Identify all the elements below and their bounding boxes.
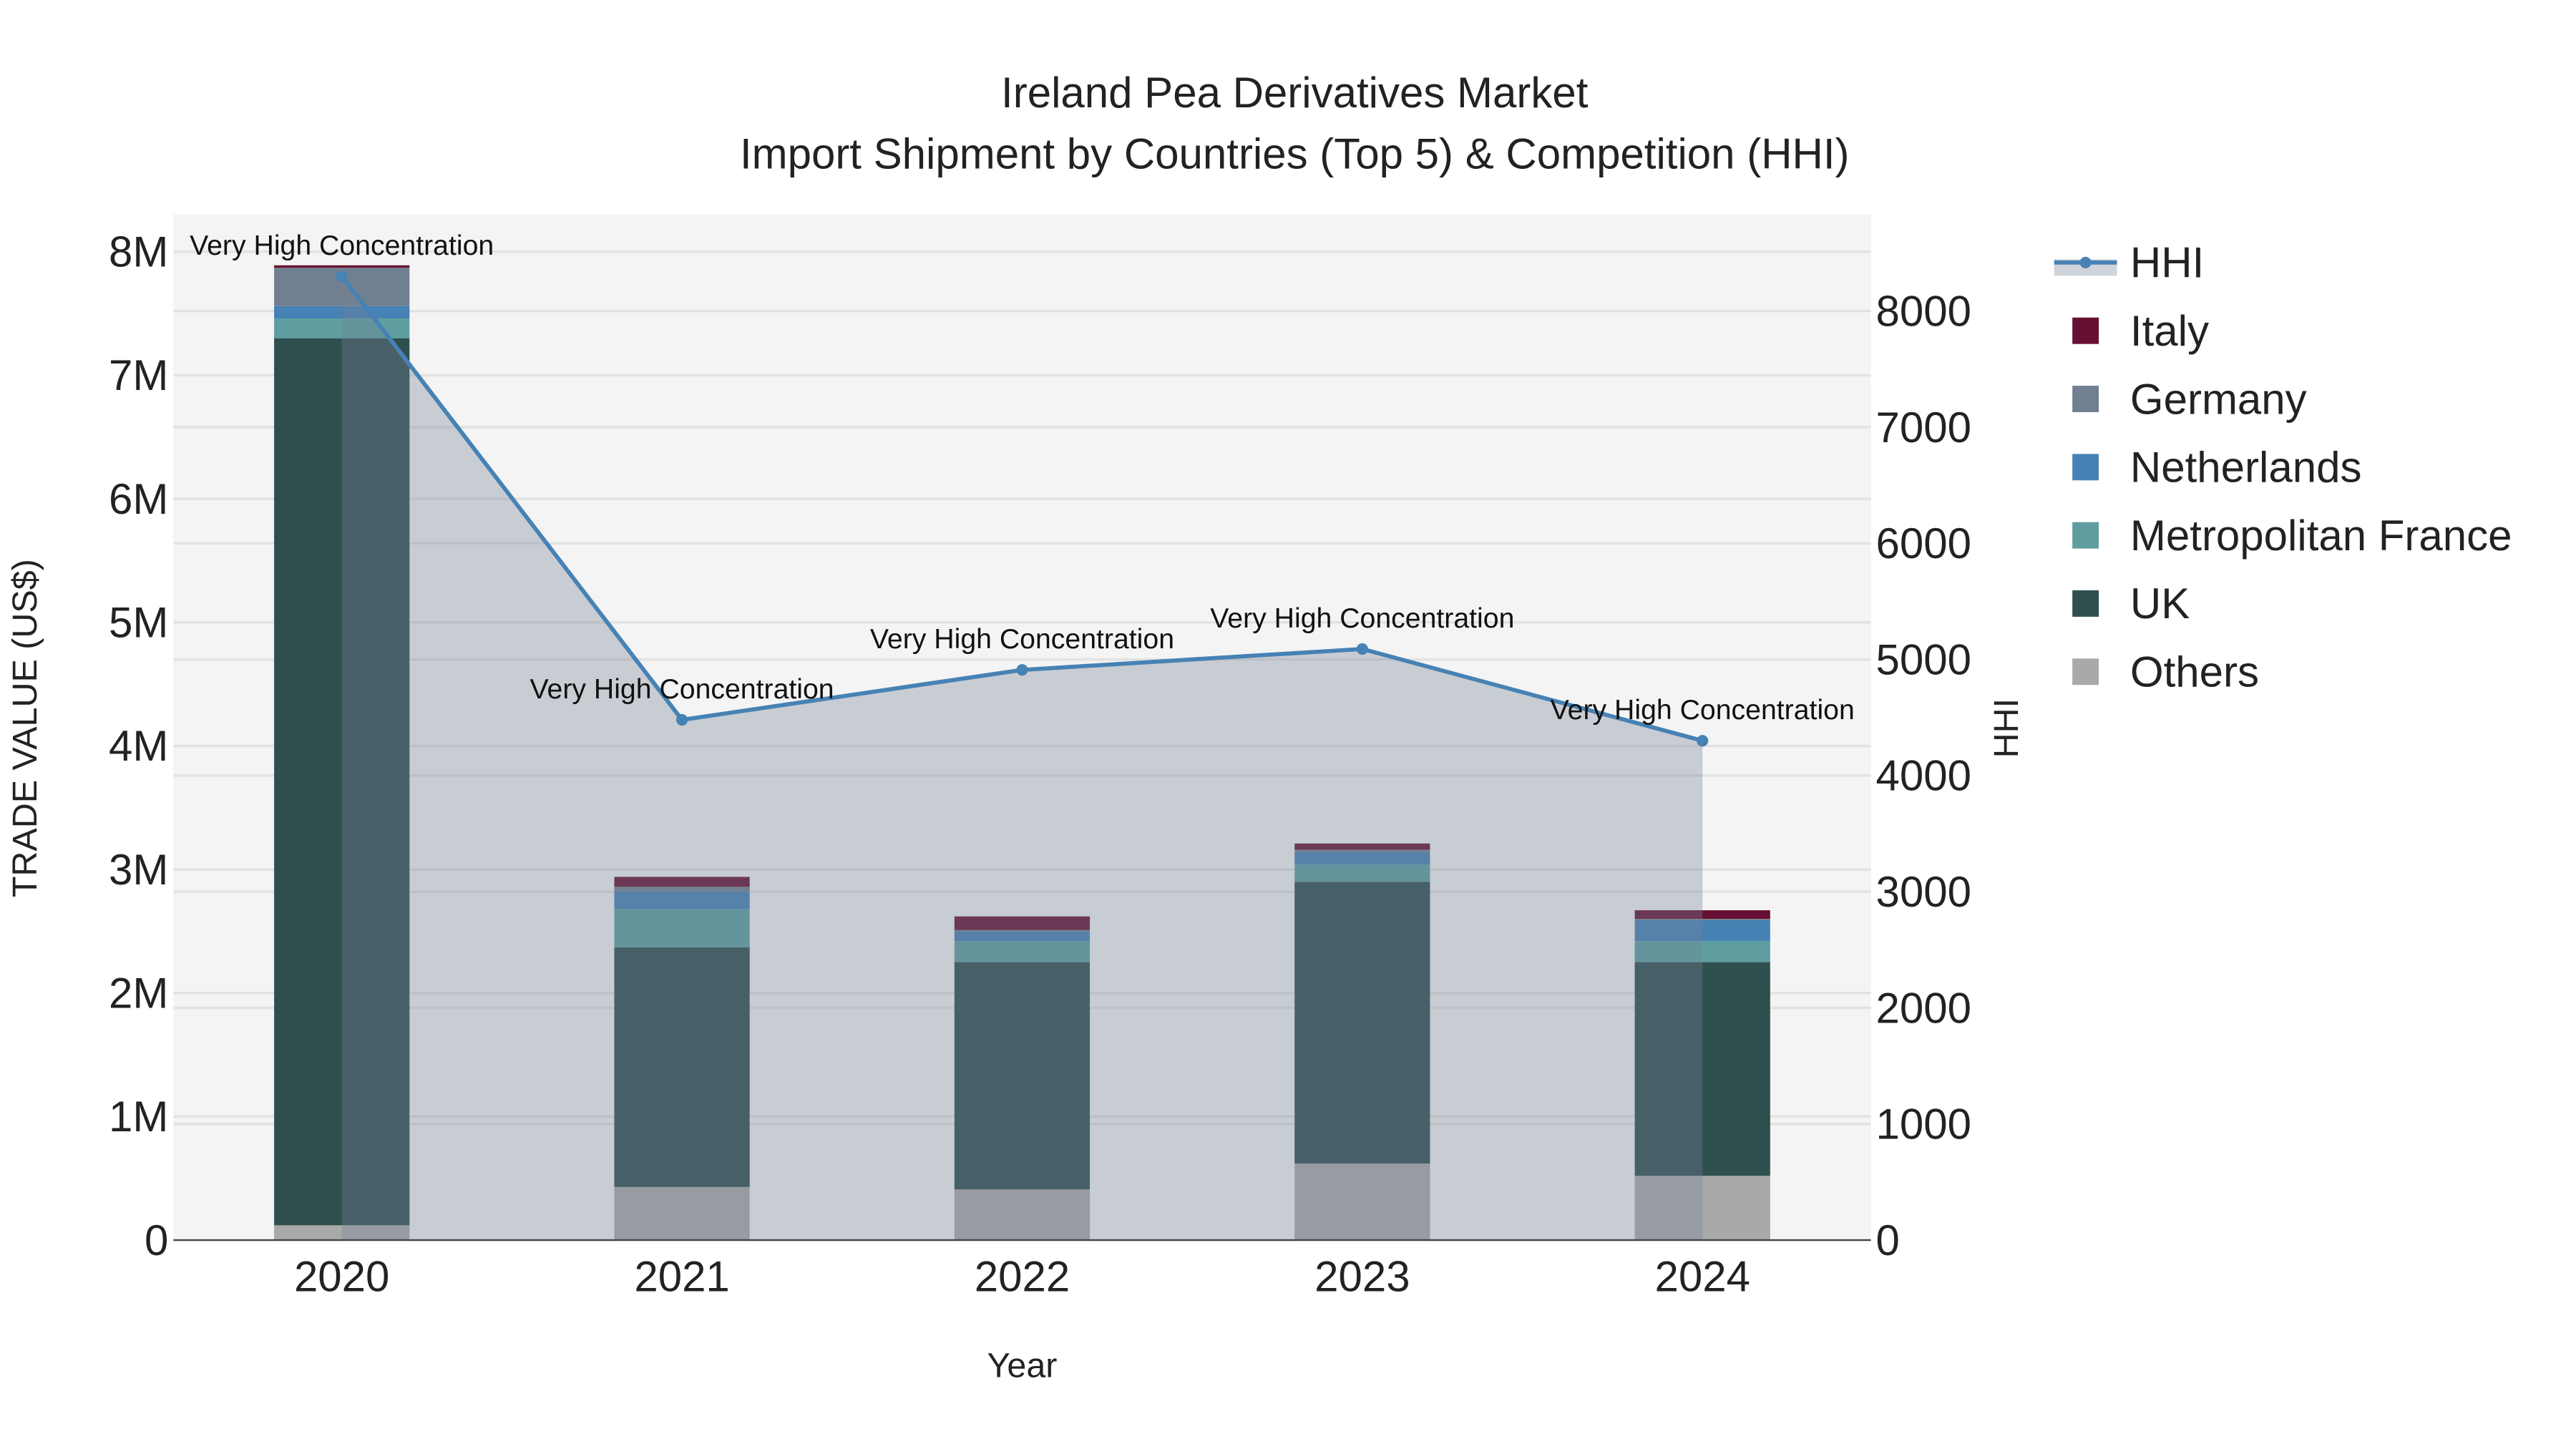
chart-title-line1: Ireland Pea Derivatives Market [1001, 69, 1589, 117]
legend-item-italy[interactable]: Italy [2072, 307, 2209, 355]
hhi-point-2020[interactable] [336, 270, 348, 283]
hhi-point-2021[interactable] [676, 713, 688, 726]
y-tick-label: 2M [109, 970, 168, 1018]
y-tick-label: 5M [109, 599, 168, 647]
legend-item-others[interactable]: Others [2072, 648, 2259, 696]
legend-label: UK [2130, 580, 2190, 628]
chart-title-line2: Import Shipment by Countries (Top 5) & C… [740, 130, 1850, 177]
legend-label: Germany [2130, 375, 2307, 423]
x-axis-title: Year [987, 1347, 1058, 1385]
legend-swatch [2072, 590, 2099, 617]
legend-label: Netherlands [2130, 444, 2362, 492]
y-tick-label: 1M [109, 1093, 168, 1141]
y2-tick-label: 1000 [1876, 1101, 1971, 1148]
y-tick-label: 8M [109, 228, 168, 276]
y2-tick-label: 8000 [1876, 287, 1971, 335]
y2-tick-label: 4000 [1876, 752, 1971, 800]
y-tick-label: 7M [109, 351, 168, 399]
legend-swatch-marker [2079, 256, 2092, 268]
chart: Very High Concentration Very High Concent… [6, 69, 2512, 1385]
legend-item-uk[interactable]: UK [2072, 580, 2190, 628]
hhi-point-2024[interactable] [1697, 735, 1709, 747]
legend-swatch [2072, 522, 2099, 549]
y-tick-label: 3M [109, 846, 168, 894]
x-tick-label: 2024 [1654, 1253, 1750, 1301]
y2-tick-label: 6000 [1876, 519, 1971, 567]
hhi-annotation: Very High Concentration [870, 623, 1174, 655]
legend-item-netherlands[interactable]: Netherlands [2072, 444, 2361, 492]
y2-tick-label: 2000 [1876, 984, 1971, 1032]
legend-item-germany[interactable]: Germany [2072, 375, 2307, 423]
y-tick-label: 4M [109, 722, 168, 770]
legend-item-metropolitan-france[interactable]: Metropolitan France [2072, 512, 2512, 560]
x-tick-label: 2023 [1314, 1253, 1410, 1301]
hhi-annotation: Very High Concentration [190, 230, 494, 261]
x-tick-label: 2022 [975, 1253, 1070, 1301]
x-tick-label: 2020 [294, 1253, 389, 1301]
legend-swatch [2072, 317, 2099, 344]
y2-tick-label: 7000 [1876, 404, 1971, 452]
legend-item-hhi[interactable]: HHI [2054, 239, 2204, 287]
y2-tick-label: 0 [1876, 1216, 1900, 1264]
y2-tick-label: 3000 [1876, 868, 1971, 916]
y-tick-label: 0 [145, 1216, 168, 1264]
legend-swatch [2072, 386, 2099, 412]
legend-label: Others [2130, 648, 2259, 696]
hhi-annotation: Very High Concentration [530, 673, 834, 705]
legend-label: Italy [2130, 307, 2209, 355]
legend-label: Metropolitan France [2130, 512, 2512, 560]
y-axis-title: TRADE VALUE (US$) [6, 559, 44, 897]
legend-swatch [2072, 454, 2099, 481]
hhi-annotation: Very High Concentration [1210, 602, 1514, 634]
x-tick-label: 2021 [634, 1253, 729, 1301]
legend-swatch [2072, 658, 2099, 686]
bar-italy-2020[interactable] [274, 265, 410, 268]
y-tick-label: 6M [109, 475, 168, 523]
hhi-point-2022[interactable] [1016, 664, 1028, 676]
hhi-point-2023[interactable] [1356, 643, 1368, 655]
legend-label: HHI [2130, 239, 2204, 287]
y2-axis-title: HHI [1987, 698, 2026, 758]
hhi-annotation: Very High Concentration [1551, 694, 1855, 726]
y2-tick-label: 5000 [1876, 635, 1971, 683]
